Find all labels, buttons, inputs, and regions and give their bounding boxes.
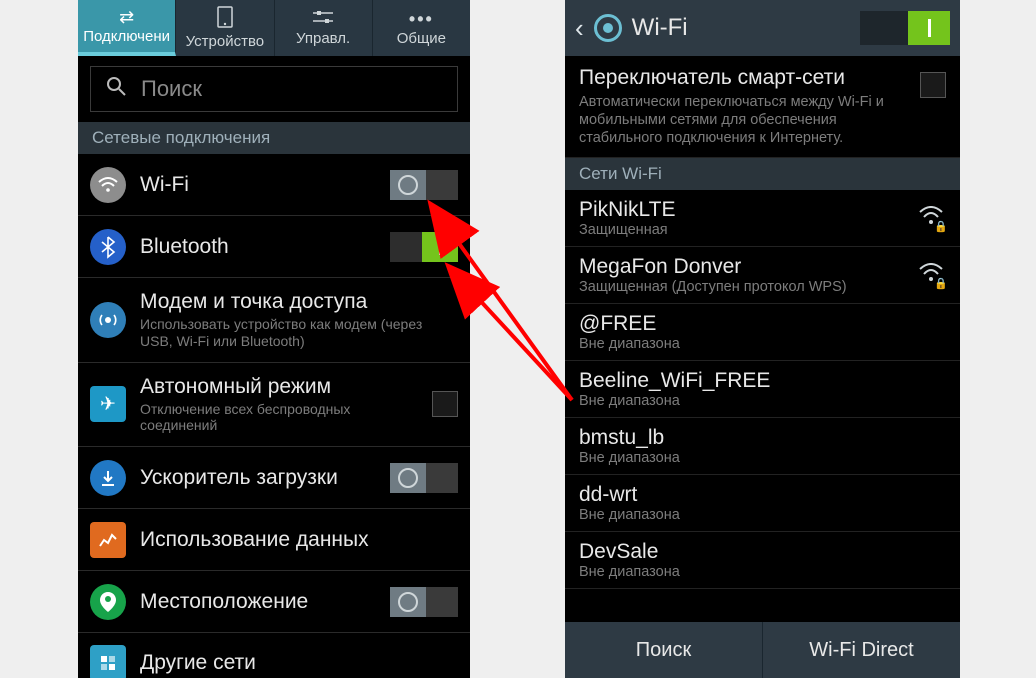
wifi-header: ‹ Wi-Fi <box>565 0 960 56</box>
airplane-checkbox[interactable] <box>432 391 458 417</box>
row-title: Другие сети <box>140 651 458 675</box>
tab-label: Управл. <box>296 30 350 47</box>
wifi-bottom-buttons: Поиск Wi-Fi Direct <box>565 622 960 678</box>
row-title: Ускоритель загрузки <box>140 466 376 490</box>
tab-label: Общие <box>397 30 446 47</box>
wifi-screen: ‹ Wi-Fi Переключатель смарт-сети Автомат… <box>565 0 960 678</box>
tab-general[interactable]: ••• Общие <box>373 0 470 56</box>
network-status: Вне диапазона <box>579 393 946 409</box>
location-icon <box>90 584 126 620</box>
section-header: Сетевые подключения <box>78 122 470 154</box>
network-row[interactable]: @FREEВне диапазона <box>565 304 960 361</box>
lock-icon: 🔒 <box>934 220 948 233</box>
wifi-icon <box>90 167 126 203</box>
tab-controls[interactable]: Управл. <box>275 0 373 56</box>
network-status: Вне диапазона <box>579 564 946 580</box>
wifi-toggle[interactable] <box>390 170 458 200</box>
row-data-usage[interactable]: Использование данных <box>78 509 470 571</box>
settings-tabs: ⇄ Подключени Устройство Управл. ••• Общи… <box>78 0 470 56</box>
other-networks-icon <box>90 645 126 678</box>
network-ssid: @FREE <box>579 312 946 336</box>
network-ssid: dd-wrt <box>579 483 946 507</box>
row-title: Автономный режим <box>140 375 418 399</box>
network-ssid: bmstu_lb <box>579 426 946 450</box>
booster-toggle[interactable] <box>390 463 458 493</box>
swap-icon: ⇄ <box>119 8 134 26</box>
bluetooth-toggle[interactable] <box>390 232 458 262</box>
network-row[interactable]: Beeline_WiFi_FREEВне диапазона <box>565 361 960 418</box>
network-row[interactable]: PikNikLTEЗащищенная 🔒 <box>565 190 960 247</box>
lock-icon: 🔒 <box>934 277 948 290</box>
network-ssid: PikNikLTE <box>579 198 906 222</box>
tab-connections[interactable]: ⇄ Подключени <box>78 0 176 56</box>
row-title: Модем и точка доступа <box>140 290 458 314</box>
scan-button[interactable]: Поиск <box>565 622 763 678</box>
network-row[interactable]: MegaFon DonverЗащищенная (Доступен прото… <box>565 247 960 304</box>
wifi-direct-button[interactable]: Wi-Fi Direct <box>763 622 960 678</box>
row-title: Местоположение <box>140 590 376 614</box>
row-wifi[interactable]: Wi-Fi <box>78 154 470 216</box>
network-row[interactable]: dd-wrtВне диапазона <box>565 475 960 532</box>
network-status: Вне диапазона <box>579 450 946 466</box>
section-header: Сети Wi-Fi <box>565 158 960 190</box>
location-toggle[interactable] <box>390 587 458 617</box>
row-tethering[interactable]: Модем и точка доступа Использовать устро… <box>78 278 470 363</box>
network-status: Вне диапазона <box>579 336 946 352</box>
settings-screen: ⇄ Подключени Устройство Управл. ••• Общи… <box>78 0 470 678</box>
data-usage-icon <box>90 522 126 558</box>
wifi-signal-icon: 🔒 <box>916 263 946 288</box>
back-button[interactable]: ‹ <box>575 13 584 44</box>
row-location[interactable]: Местоположение <box>78 571 470 633</box>
smart-sub: Автоматически переключаться между Wi-Fi … <box>579 93 908 147</box>
more-icon: ••• <box>409 10 434 28</box>
row-title: Wi-Fi <box>140 173 376 197</box>
row-bluetooth[interactable]: Bluetooth <box>78 216 470 278</box>
network-ssid: Beeline_WiFi_FREE <box>579 369 946 393</box>
tab-device[interactable]: Устройство <box>176 0 274 56</box>
network-list: PikNikLTEЗащищенная🔒MegaFon DonverЗащище… <box>565 190 960 589</box>
smart-network-switch-row[interactable]: Переключатель смарт-сети Автоматически п… <box>565 56 960 158</box>
search-placeholder: Поиск <box>141 76 202 102</box>
row-title: Использование данных <box>140 528 458 552</box>
search-input[interactable]: Поиск <box>90 66 458 112</box>
sliders-icon <box>312 9 334 28</box>
row-sub: Использовать устройство как модем (через… <box>140 316 458 350</box>
network-status: Защищенная <box>579 222 906 238</box>
settings-gear-icon <box>594 14 622 42</box>
network-row[interactable]: DevSaleВне диапазона <box>565 532 960 589</box>
row-title: Bluetooth <box>140 235 376 259</box>
wifi-master-toggle[interactable] <box>860 11 950 45</box>
search-wrap: Поиск <box>78 56 470 122</box>
download-booster-icon <box>90 460 126 496</box>
airplane-icon: ✈ <box>90 386 126 422</box>
wifi-signal-icon: 🔒 <box>916 206 946 231</box>
network-status: Вне диапазона <box>579 507 946 523</box>
device-icon <box>217 6 233 31</box>
network-status: Защищенная (Доступен протокол WPS) <box>579 279 906 295</box>
tab-label: Устройство <box>186 33 264 50</box>
row-sub: Отключение всех беспроводных соединений <box>140 401 418 435</box>
row-airplane[interactable]: ✈ Автономный режим Отключение всех беспр… <box>78 363 470 448</box>
row-other-networks[interactable]: Другие сети <box>78 633 470 678</box>
network-row[interactable]: bmstu_lbВне диапазона <box>565 418 960 475</box>
tethering-icon <box>90 302 126 338</box>
row-booster[interactable]: Ускоритель загрузки <box>78 447 470 509</box>
smart-title: Переключатель смарт-сети <box>579 66 908 90</box>
wifi-title: Wi-Fi <box>632 14 850 42</box>
tab-label: Подключени <box>83 28 170 45</box>
smart-checkbox[interactable] <box>920 72 946 98</box>
search-icon <box>105 75 127 103</box>
network-ssid: MegaFon Donver <box>579 255 906 279</box>
bluetooth-icon <box>90 229 126 265</box>
network-ssid: DevSale <box>579 540 946 564</box>
